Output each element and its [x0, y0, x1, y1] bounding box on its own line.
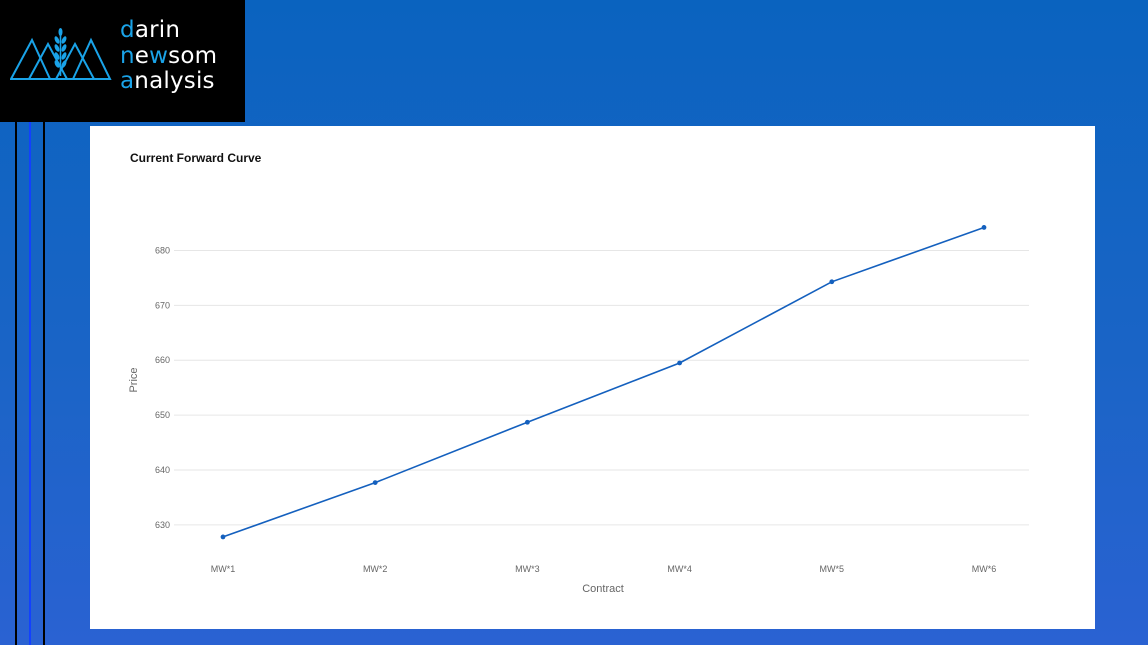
logo: darin newsom analysis: [0, 0, 245, 122]
logo-initial-d: d: [120, 17, 135, 43]
logo-line-2: newsom: [120, 42, 218, 70]
x-axis-label: Contract: [582, 583, 624, 595]
y-tick-label: 670: [155, 300, 170, 310]
x-axis-ticks: MW*1 MW*2 MW*3 MW*4 MW*5 MW*6: [211, 564, 997, 574]
y-tick-label: 630: [155, 520, 170, 530]
x-tick-label: MW*1: [211, 564, 236, 574]
data-point: [677, 360, 682, 366]
data-points: [220, 225, 987, 540]
series-line: [222, 226, 985, 538]
chart-card: Current Forward Curve 630 640 650 660 670 680…: [90, 126, 1095, 629]
data-point: [829, 279, 835, 285]
y-tick-label: 660: [155, 355, 170, 365]
mountain-wheat-icon: [10, 28, 112, 80]
logo-text-arin: arin: [134, 17, 181, 43]
decorative-line-black-right: [43, 122, 45, 645]
decorative-line-blue: [29, 122, 31, 645]
x-tick-label: MW*2: [363, 564, 388, 574]
logo-line-3: analysis: [120, 68, 217, 95]
y-tick-label: 650: [155, 410, 170, 420]
y-axis-label: Price: [128, 367, 140, 392]
y-tick-label: 680: [155, 246, 170, 256]
logo-text-nalysis: nalysis: [134, 68, 215, 94]
x-tick-label: MW*4: [667, 564, 692, 574]
logo-wordmark: darin newsom analysis: [120, 17, 218, 95]
data-point: [525, 419, 530, 425]
decorative-line-black-left: [15, 122, 17, 645]
data-point: [220, 534, 226, 540]
data-point: [981, 225, 987, 230]
y-axis-ticks: 630 640 650 660 670 680: [155, 246, 170, 530]
line-chart: 630640650660670680 MW*1 MW*2 MW*3 MW*4 MW*5 M…: [128, 225, 1029, 595]
y-tick-label: 640: [155, 465, 170, 475]
x-tick-label: MW*6: [972, 564, 997, 574]
logo-letter-w: w: [149, 42, 169, 69]
logo-line-1: darin: [120, 17, 217, 44]
x-tick-label: MW*3: [515, 564, 540, 574]
logo-text-som: som: [168, 42, 218, 69]
logo-initial-a: a: [120, 68, 135, 94]
logo-initial-n: n: [120, 42, 135, 69]
data-point: [372, 480, 378, 486]
x-tick-label: MW*5: [820, 564, 845, 574]
logo-text-e: e: [134, 42, 150, 69]
gridlines: [174, 250, 1029, 526]
